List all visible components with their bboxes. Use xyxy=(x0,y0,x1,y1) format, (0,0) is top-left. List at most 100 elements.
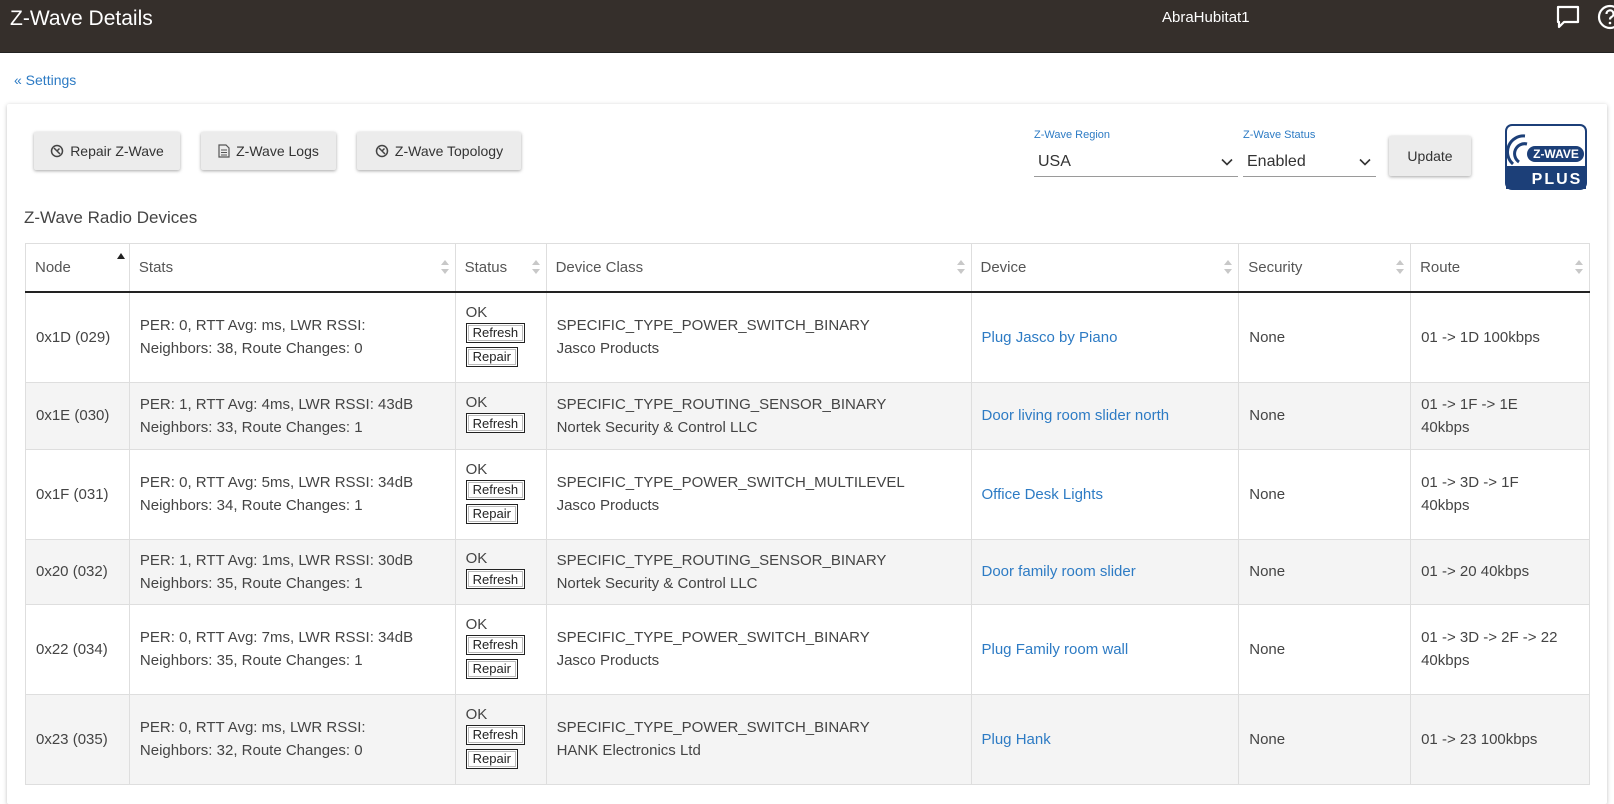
refresh-button[interactable]: Refresh xyxy=(465,569,526,589)
update-button[interactable]: Update xyxy=(1389,136,1471,176)
chevron-down-icon xyxy=(1221,158,1233,166)
table-header-row: Node Stats Status Device Class Device Securit… xyxy=(25,243,1590,293)
device-cell: Door family room slider xyxy=(970,538,1240,605)
device-manufacturer: Nortek Security & Control LLC xyxy=(556,418,758,436)
device-manufacturer: Jasco Products xyxy=(556,652,660,669)
repair-button[interactable]: Repair xyxy=(465,658,518,679)
device-link[interactable]: Door living room slider north xyxy=(982,407,1170,424)
device-link[interactable]: Plug Hank xyxy=(982,731,1051,748)
sort-icon xyxy=(956,260,965,274)
refresh-button[interactable]: Refresh xyxy=(465,634,526,655)
status-text: OK xyxy=(465,705,488,723)
column-header-device-class[interactable]: Device Class xyxy=(545,243,972,293)
device-cell: Office Desk Lights xyxy=(970,448,1240,540)
security-cell: None xyxy=(1238,448,1412,540)
device-manufacturer: HANK Electronics Ltd xyxy=(556,742,701,759)
table-row: 0x1F (031) PER: 0, RTT Avg: 5ms, LWR RSSI… xyxy=(25,448,1590,540)
column-header-label: Route xyxy=(1420,259,1461,276)
device-cell: Plug Family room wall xyxy=(970,603,1240,695)
device-cell: Plug Jasco by Piano xyxy=(970,291,1240,383)
column-header-node[interactable]: Node xyxy=(25,243,130,293)
node-cell: 0x1D (029) xyxy=(25,291,130,383)
column-header-label: Stats xyxy=(138,259,174,276)
repair-zwave-label: Repair Z-Wave xyxy=(70,143,164,159)
route-cell: 01 -> 20 40kbps xyxy=(1410,538,1590,605)
repair-button[interactable]: Repair xyxy=(465,503,518,524)
device-cell: Door living room slider north xyxy=(970,381,1240,450)
refresh-button[interactable]: Refresh xyxy=(465,413,526,433)
chat-icon[interactable] xyxy=(1555,4,1581,30)
region-value: USA xyxy=(1038,153,1071,170)
device-class-type: SPECIFIC_TYPE_ROUTING_SENSOR_BINARY xyxy=(556,395,887,413)
stats-cell: PER: 1, RTT Avg: 1ms, LWR RSSI: 30dB Neig… xyxy=(128,538,456,605)
status-cell: OK Refresh Repair xyxy=(454,291,547,383)
device-link[interactable]: Door family room slider xyxy=(982,563,1136,580)
region-select[interactable]: USA xyxy=(1034,148,1238,177)
node-cell: 0x1F (031) xyxy=(25,448,130,540)
device-cell: Plug Hank xyxy=(970,693,1240,785)
stats-line: PER: 1, RTT Avg: 1ms, LWR RSSI: 30dB xyxy=(139,551,414,569)
repair-zwave-button[interactable]: Repair Z-Wave xyxy=(34,132,180,170)
refresh-button[interactable]: Refresh xyxy=(465,322,526,343)
zwave-topology-button[interactable]: Z-Wave Topology xyxy=(357,132,521,170)
column-header-security[interactable]: Security xyxy=(1238,243,1412,293)
security-cell: None xyxy=(1238,381,1412,450)
route-line: 01 -> 3D -> 1F xyxy=(1421,474,1519,491)
stats-line: Neighbors: 34, Route Changes: 1 xyxy=(139,497,363,514)
refresh-button[interactable]: Refresh xyxy=(465,479,526,500)
page-title: Z-Wave Details xyxy=(10,7,153,30)
route-cell: 01 -> 1D 100kbps xyxy=(1410,291,1590,383)
stats-line: Neighbors: 35, Route Changes: 1 xyxy=(139,574,363,592)
device-class-cell: SPECIFIC_TYPE_POWER_SWITCH_BINARY HANK El… xyxy=(545,693,972,785)
device-class-type: SPECIFIC_TYPE_POWER_SWITCH_MULTILEVEL xyxy=(556,474,905,491)
sort-icon xyxy=(1575,260,1583,274)
device-class-type: SPECIFIC_TYPE_ROUTING_SENSOR_BINARY xyxy=(556,551,887,569)
sort-icon xyxy=(1224,260,1233,274)
repair-button[interactable]: Repair xyxy=(465,346,518,367)
status-value: Enabled xyxy=(1247,153,1306,170)
help-icon[interactable] xyxy=(1597,4,1614,30)
status-cell: OK Refresh Repair xyxy=(454,693,547,785)
sort-icon xyxy=(1396,260,1405,274)
settings-breadcrumb-link[interactable]: « Settings xyxy=(14,72,76,88)
device-link[interactable]: Plug Family room wall xyxy=(982,641,1129,658)
device-manufacturer: Jasco Products xyxy=(556,340,660,358)
document-icon xyxy=(218,144,230,158)
column-header-label: Device xyxy=(980,259,1027,276)
route-cell: 01 -> 3D -> 2F -> 22 40kbps xyxy=(1410,603,1590,695)
route-line: 40kbps xyxy=(1421,497,1470,514)
status-text: OK xyxy=(465,303,488,321)
section-title: Z-Wave Radio Devices xyxy=(24,208,198,227)
device-class-cell: SPECIFIC_TYPE_POWER_SWITCH_BINARY Jasco P… xyxy=(545,603,972,695)
status-label: Z-Wave Status xyxy=(1243,129,1316,141)
logo-text-bottom: PLUS xyxy=(1532,171,1583,188)
stats-line: Neighbors: 32, Route Changes: 0 xyxy=(139,742,363,759)
stats-cell: PER: 0, RTT Avg: ms, LWR RSSI: Neighbors:… xyxy=(128,291,456,383)
stats-line: Neighbors: 33, Route Changes: 1 xyxy=(139,418,363,436)
route-line: 01 -> 23 100kbps xyxy=(1421,730,1538,748)
column-header-label: Node xyxy=(35,259,71,276)
status-text: OK xyxy=(465,394,488,411)
stats-cell: PER: 0, RTT Avg: 5ms, LWR RSSI: 34dB Neig… xyxy=(128,448,456,540)
node-cell: 0x20 (032) xyxy=(25,538,130,605)
column-header-route[interactable]: Route xyxy=(1410,243,1590,293)
status-select[interactable]: Enabled xyxy=(1243,148,1376,177)
node-cell: 0x1E (030) xyxy=(25,381,130,450)
column-header-status[interactable]: Status xyxy=(454,243,547,293)
column-header-device[interactable]: Device xyxy=(970,243,1240,293)
column-header-stats[interactable]: Stats xyxy=(128,243,456,293)
zwave-logs-label: Z-Wave Logs xyxy=(236,143,319,159)
repair-button[interactable]: Repair xyxy=(465,748,518,769)
hub-name[interactable]: AbraHubitat1 xyxy=(1162,8,1250,28)
security-cell: None xyxy=(1238,603,1412,695)
route-line: 40kbps xyxy=(1421,418,1470,436)
chevron-down-icon xyxy=(1359,158,1371,166)
route-line: 40kbps xyxy=(1421,652,1470,669)
device-link[interactable]: Plug Jasco by Piano xyxy=(982,329,1118,346)
refresh-button[interactable]: Refresh xyxy=(465,724,526,745)
device-link[interactable]: Office Desk Lights xyxy=(982,486,1103,503)
table-row: 0x1D (029) PER: 0, RTT Avg: ms, LWR RSSI:… xyxy=(25,291,1590,383)
node-cell: 0x23 (035) xyxy=(25,693,130,785)
zwave-logs-button[interactable]: Z-Wave Logs xyxy=(201,132,336,170)
zwave-plus-logo: Z-WAVE PLUS xyxy=(1505,124,1587,190)
